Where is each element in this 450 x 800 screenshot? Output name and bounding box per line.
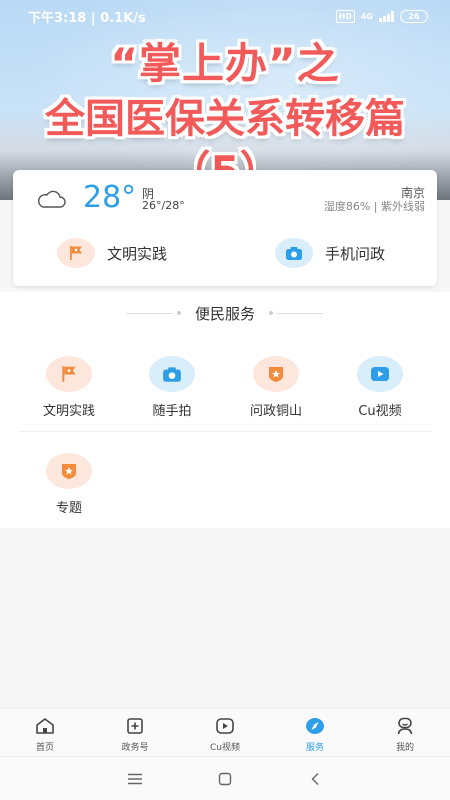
quick-link-label: 文明实践 [107, 244, 168, 263]
tab-label: 首页 [35, 743, 54, 753]
tab-services[interactable]: 服务 [270, 709, 360, 756]
quick-link-label: 手机问政 [325, 244, 386, 263]
service-label: 问政铜山 [249, 404, 302, 419]
title-line-right [277, 312, 323, 314]
status-time: 下午3:18 [28, 10, 87, 26]
weather-detail: 湿度86% | 紫外线弱 [323, 200, 425, 213]
shield-star-icon [253, 356, 299, 392]
flag-icon [57, 238, 95, 268]
banner-title-line1: “掌上办”之 [110, 39, 340, 88]
video-icon [215, 717, 235, 735]
title-dot-left [176, 311, 181, 315]
play-icon [357, 356, 403, 392]
home-icon [35, 717, 55, 735]
title-line-left [126, 312, 173, 314]
status-left: 下午3:18 | 0.1K/s [28, 7, 146, 26]
battery-level: 26 [408, 11, 420, 21]
temperature-range: 26°/28° [142, 199, 185, 212]
camera-icon [275, 238, 313, 268]
weather-row[interactable]: 28° 阴 26°/28° 南京 湿度86% | 紫外线弱 [13, 170, 437, 220]
tab-mine[interactable]: 我的 [360, 709, 450, 756]
service-civilization-practice[interactable]: 文明实践 [19, 356, 119, 419]
service-snapshot[interactable]: 随手拍 [122, 356, 222, 419]
bottom-tab-bar: 首页 政务号 Cu视频 服务 我的 [0, 708, 450, 756]
tab-label: 我的 [395, 743, 414, 753]
cloud-icon [37, 190, 66, 208]
home-square-icon[interactable] [213, 767, 237, 791]
hd-badge: HD [335, 9, 355, 23]
section-title: 便民服务 [0, 302, 450, 324]
temperature: 28° [83, 180, 137, 215]
service-cu-video[interactable]: Cu视频 [330, 356, 430, 419]
service-label: Cu视频 [358, 404, 402, 419]
shield-star-icon [46, 453, 92, 489]
tab-label: 政务号 [121, 743, 149, 753]
banner-title-line2: 全国医保关系转移篇 [45, 96, 405, 142]
flag-icon [46, 356, 92, 392]
service-label: 专题 [55, 501, 82, 516]
system-nav-bar [0, 756, 450, 800]
status-right: HD 4G 26 [335, 9, 428, 23]
status-bar: 下午3:18 | 0.1K/s HD 4G 26 [0, 0, 450, 32]
weather-card: 28° 阴 26°/28° 南京 湿度86% | 紫外线弱 文明实践 手机问政 [13, 170, 437, 286]
compass-icon [305, 717, 325, 735]
plus-book-icon [125, 717, 145, 735]
section-title-text: 便民服务 [194, 304, 255, 323]
menu-icon[interactable] [123, 767, 147, 791]
tab-label: Cu视频 [210, 743, 240, 753]
title-dot-right [269, 311, 273, 315]
status-separator: | [90, 10, 101, 26]
tab-home[interactable]: 首页 [0, 709, 90, 756]
tab-government-accounts[interactable]: 政务号 [90, 709, 180, 756]
tab-cu-video[interactable]: Cu视频 [180, 709, 270, 756]
camera-icon [149, 356, 195, 392]
services-section: 便民服务 文明实践 随手拍 问政铜山 Cu视频 专题 [0, 292, 450, 528]
service-inquiry-tongshan[interactable]: 问政铜山 [226, 356, 326, 419]
network-type: 4G [360, 11, 373, 21]
service-label: 随手拍 [152, 404, 192, 419]
quick-link-mobile-inquiry[interactable]: 手机问政 [275, 238, 385, 268]
quick-link-civilization[interactable]: 文明实践 [57, 238, 167, 268]
tab-label: 服务 [305, 743, 324, 753]
row-divider [18, 431, 432, 432]
status-net-speed: 0.1K/s [100, 10, 146, 26]
user-icon [395, 717, 415, 735]
signal-icon [379, 10, 394, 22]
service-label: 文明实践 [42, 404, 95, 419]
battery-icon: 26 [400, 9, 428, 23]
service-special-topic[interactable]: 专题 [19, 453, 119, 516]
back-icon[interactable] [303, 767, 327, 791]
